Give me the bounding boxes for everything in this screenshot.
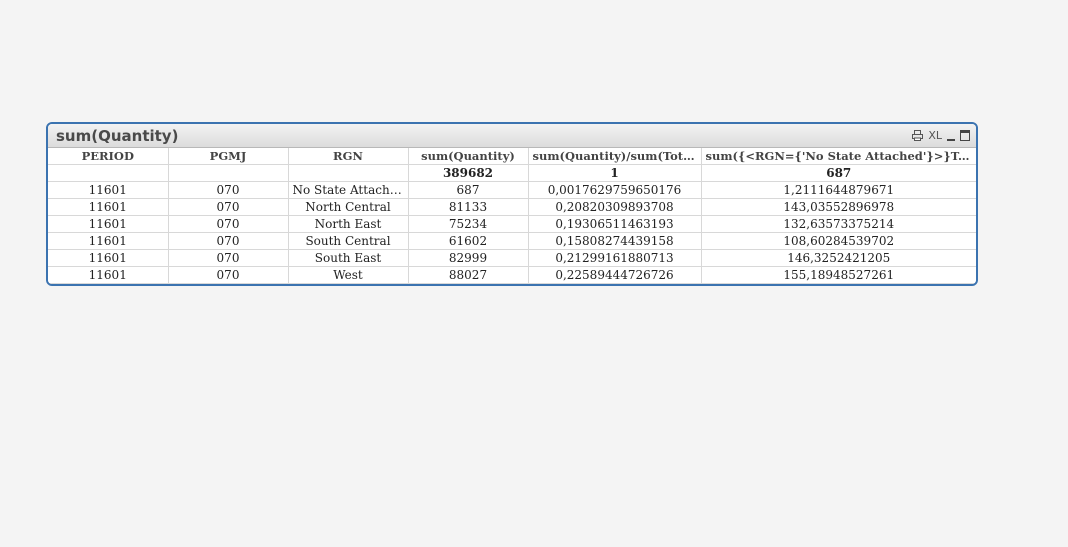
table-cell: 61602 — [408, 232, 529, 250]
table-cell: 0,20820309893708 — [528, 198, 702, 216]
table-cell: 132,63573375214 — [701, 215, 976, 233]
table-cell[interactable]: 11601 — [48, 215, 169, 233]
column-header-ratio[interactable]: sum(Quantity)/sum(Total... — [528, 148, 702, 165]
table-row[interactable]: 11601 070 North Central 81133 0,20820309… — [48, 198, 976, 216]
table-row[interactable]: 11601 070 No State Attached 687 0,001762… — [48, 181, 976, 199]
total-cell: 687 — [701, 164, 976, 182]
table-cell: 143,03552896978 — [701, 198, 976, 216]
table-cell[interactable]: 070 — [168, 232, 289, 250]
column-header-rgn[interactable]: RGN — [288, 148, 409, 165]
table-cell[interactable]: 070 — [168, 181, 289, 199]
total-cell: 389682 — [408, 164, 529, 182]
export-excel-icon[interactable]: XL — [928, 129, 942, 142]
print-icon[interactable] — [912, 130, 924, 141]
straight-table: PERIOD PGMJ RGN sum(Quantity) sum(Quanti… — [48, 148, 976, 284]
table-cell: 108,60284539702 — [701, 232, 976, 250]
table-cell[interactable]: 11601 — [48, 266, 169, 284]
table-row[interactable]: 11601 070 West 88027 0,22589444726726 15… — [48, 266, 976, 284]
table-cell: 75234 — [408, 215, 529, 233]
table-cell: 88027 — [408, 266, 529, 284]
table-cell[interactable]: North Central — [288, 198, 409, 216]
object-title: sum(Quantity) — [56, 126, 179, 145]
header-row: PERIOD PGMJ RGN sum(Quantity) sum(Quanti… — [48, 148, 976, 165]
table-cell: 155,18948527261 — [701, 266, 976, 284]
table-row[interactable]: 11601 070 South East 82999 0,21299161880… — [48, 249, 976, 267]
total-cell: 1 — [528, 164, 702, 182]
table-cell: 1,2111644879671 — [701, 181, 976, 199]
total-cell — [168, 164, 289, 182]
table-cell[interactable]: South Central — [288, 232, 409, 250]
object-caption[interactable]: sum(Quantity) XL — [48, 124, 976, 148]
maximize-icon[interactable] — [960, 130, 970, 141]
table-cell[interactable]: South East — [288, 249, 409, 267]
table-cell[interactable]: 070 — [168, 198, 289, 216]
table-cell[interactable]: 11601 — [48, 232, 169, 250]
table-cell[interactable]: No State Attached — [288, 181, 409, 199]
column-header-period[interactable]: PERIOD — [48, 148, 169, 165]
table-cell: 146,3252421205 — [701, 249, 976, 267]
table-cell: 82999 — [408, 249, 529, 267]
table-cell[interactable]: 070 — [168, 266, 289, 284]
table-cell[interactable]: 11601 — [48, 198, 169, 216]
table-cell: 0,0017629759650176 — [528, 181, 702, 199]
table-cell[interactable]: West — [288, 266, 409, 284]
minimize-icon[interactable] — [947, 131, 955, 141]
caption-icons: XL — [912, 129, 970, 142]
table-object[interactable]: sum(Quantity) XL PERIOD PGMJ RGN sum(Qua… — [46, 122, 978, 286]
table-cell: 0,19306511463193 — [528, 215, 702, 233]
table-cell: 81133 — [408, 198, 529, 216]
column-header-set-analysis[interactable]: sum({<RGN={'No State Attached'}>}Total .… — [701, 148, 976, 165]
table-cell: 687 — [408, 181, 529, 199]
table-row[interactable]: 11601 070 North East 75234 0,19306511463… — [48, 215, 976, 233]
column-header-pgmj[interactable]: PGMJ — [168, 148, 289, 165]
table-cell: 0,21299161880713 — [528, 249, 702, 267]
total-cell — [48, 164, 169, 182]
table-cell[interactable]: North East — [288, 215, 409, 233]
totals-row: 389682 1 687 — [48, 164, 976, 182]
total-cell — [288, 164, 409, 182]
table-cell[interactable]: 11601 — [48, 249, 169, 267]
table-cell[interactable]: 070 — [168, 249, 289, 267]
table-cell[interactable]: 11601 — [48, 181, 169, 199]
column-header-sum-quantity[interactable]: sum(Quantity) — [408, 148, 529, 165]
table-cell: 0,15808274439158 — [528, 232, 702, 250]
table-row[interactable]: 11601 070 South Central 61602 0,15808274… — [48, 232, 976, 250]
table-cell: 0,22589444726726 — [528, 266, 702, 284]
table-cell[interactable]: 070 — [168, 215, 289, 233]
